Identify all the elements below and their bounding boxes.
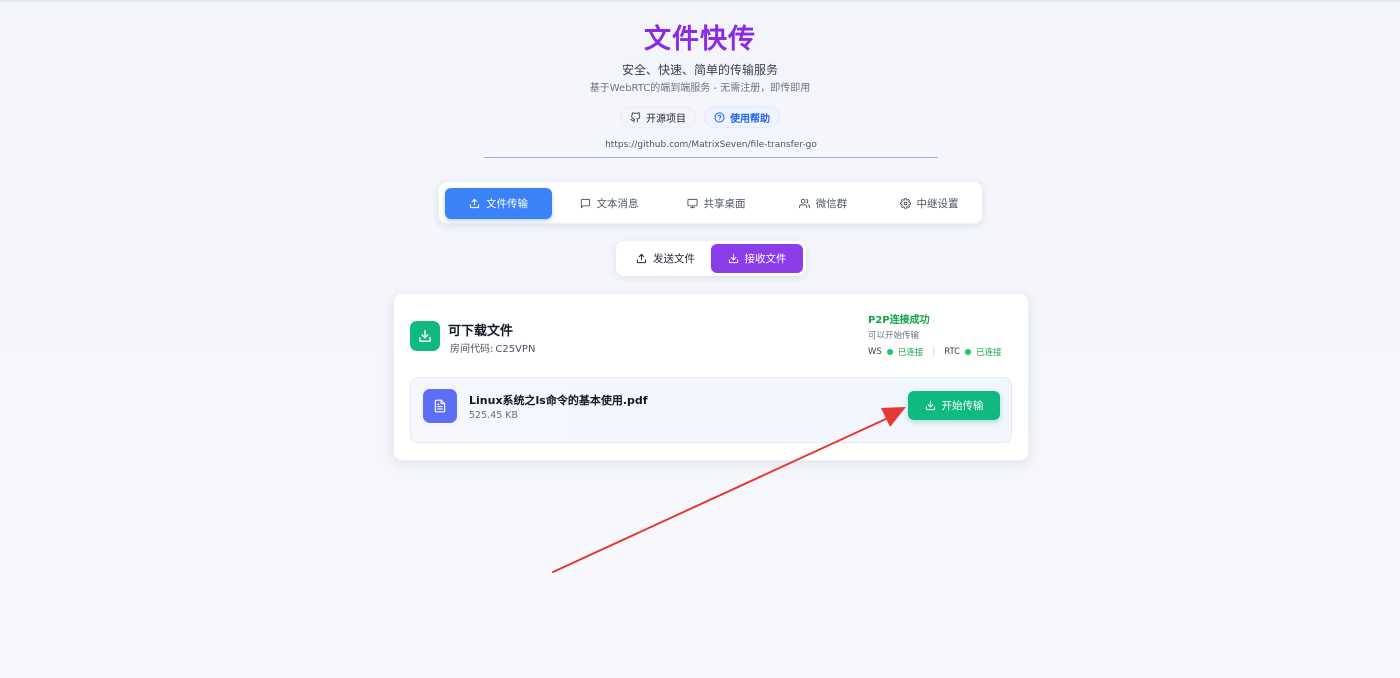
github-icon — [630, 111, 641, 123]
header-links: 开源项目 使用帮助 — [0, 106, 1400, 128]
page-description: 基于WebRTC的端到端服务 - 无需注册，即传即用 — [589, 83, 811, 94]
panel-title: 可下载文件 — [448, 324, 514, 339]
receive-file-button[interactable]: 接收文件 — [711, 244, 803, 273]
ws-status-value: 已连接 — [897, 348, 924, 358]
tab-file-transfer[interactable]: 文件传输 — [445, 188, 552, 219]
start-transfer-button[interactable]: 开始传输 — [908, 391, 1000, 420]
file-icon-box — [423, 389, 457, 423]
connection-status: P2P连接成功 可以开始传输 WS 已连接 | RTC 已连接 — [868, 311, 1012, 358]
rtc-status-dot — [965, 349, 972, 355]
downloadable-files-panel: 可下载文件 房间代码: C25VPN P2P连接成功 可以开始传输 WS 已连接 … — [393, 293, 1029, 461]
repo-link[interactable]: https://github.com/MatrixSeven/file-tran… — [484, 138, 938, 158]
tab-label: 共享桌面 — [703, 198, 746, 210]
connection-indicators: WS 已连接 | RTC 已连接 — [868, 346, 1012, 358]
help-label: 使用帮助 — [730, 113, 770, 125]
rtc-status-value: 已连接 — [976, 348, 1002, 358]
tab-label: 中继设置 — [916, 198, 959, 210]
tab-wechat-group[interactable]: 微信群 — [773, 188, 873, 219]
tab-label: 文件传输 — [486, 198, 528, 210]
page-header: 文件快传 安全、快速、简单的传输服务 基于WebRTC的端到端服务 - 无需注册… — [0, 20, 1400, 96]
tab-text-message[interactable]: 文本消息 — [559, 188, 659, 219]
upload-icon — [636, 253, 647, 264]
ws-status-dot — [886, 349, 893, 355]
file-list-item: Linux系统之ls命令的基本使用.pdf 525.45 KB 开始传输 — [410, 377, 1012, 443]
tab-label: 微信群 — [815, 198, 848, 210]
download-icon — [419, 330, 431, 342]
download-icon — [925, 400, 935, 411]
rtc-label: RTC — [944, 347, 961, 357]
receive-file-label: 接收文件 — [744, 253, 787, 265]
send-file-button[interactable]: 发送文件 — [620, 244, 711, 273]
room-code: 房间代码: C25VPN — [448, 340, 535, 355]
tab-label: 文本消息 — [596, 198, 639, 210]
upload-icon — [469, 198, 480, 209]
start-transfer-label: 开始传输 — [941, 400, 984, 412]
p2p-status-title: P2P连接成功 — [868, 315, 930, 326]
users-icon — [798, 198, 810, 209]
top-border — [0, 0, 1400, 2]
tab-relay-settings[interactable]: 中继设置 — [879, 188, 979, 219]
room-code-label: 房间代码: — [450, 344, 494, 355]
help-circle-icon — [714, 111, 725, 123]
download-icon — [728, 253, 738, 264]
p2p-status-subtitle: 可以开始传输 — [868, 331, 920, 341]
help-button[interactable]: 使用帮助 — [704, 106, 780, 128]
transfer-mode-toggle: 发送文件 接收文件 — [616, 241, 806, 276]
open-source-button[interactable]: 开源项目 — [620, 106, 696, 128]
panel-icon-box — [410, 321, 440, 351]
gear-icon — [899, 198, 911, 209]
tab-share-desktop[interactable]: 共享桌面 — [665, 188, 767, 219]
document-icon — [434, 399, 446, 413]
open-source-label: 开源项目 — [646, 113, 686, 125]
room-code-value: C25VPN — [495, 344, 536, 355]
page-title: 文件快传 — [644, 24, 756, 55]
monitor-icon — [686, 198, 698, 209]
page-subtitle: 安全、快速、简单的传输服务 — [621, 63, 778, 77]
ws-label: WS — [868, 347, 882, 357]
file-name: Linux系统之ls命令的基本使用.pdf — [469, 394, 648, 407]
feature-tabs: 文件传输 文本消息 共享桌面 微信群 中继设置 — [438, 181, 983, 224]
file-size: 525.45 KB — [469, 410, 519, 421]
send-file-label: 发送文件 — [653, 253, 695, 265]
status-separator: | — [932, 347, 936, 357]
message-icon — [580, 198, 590, 209]
